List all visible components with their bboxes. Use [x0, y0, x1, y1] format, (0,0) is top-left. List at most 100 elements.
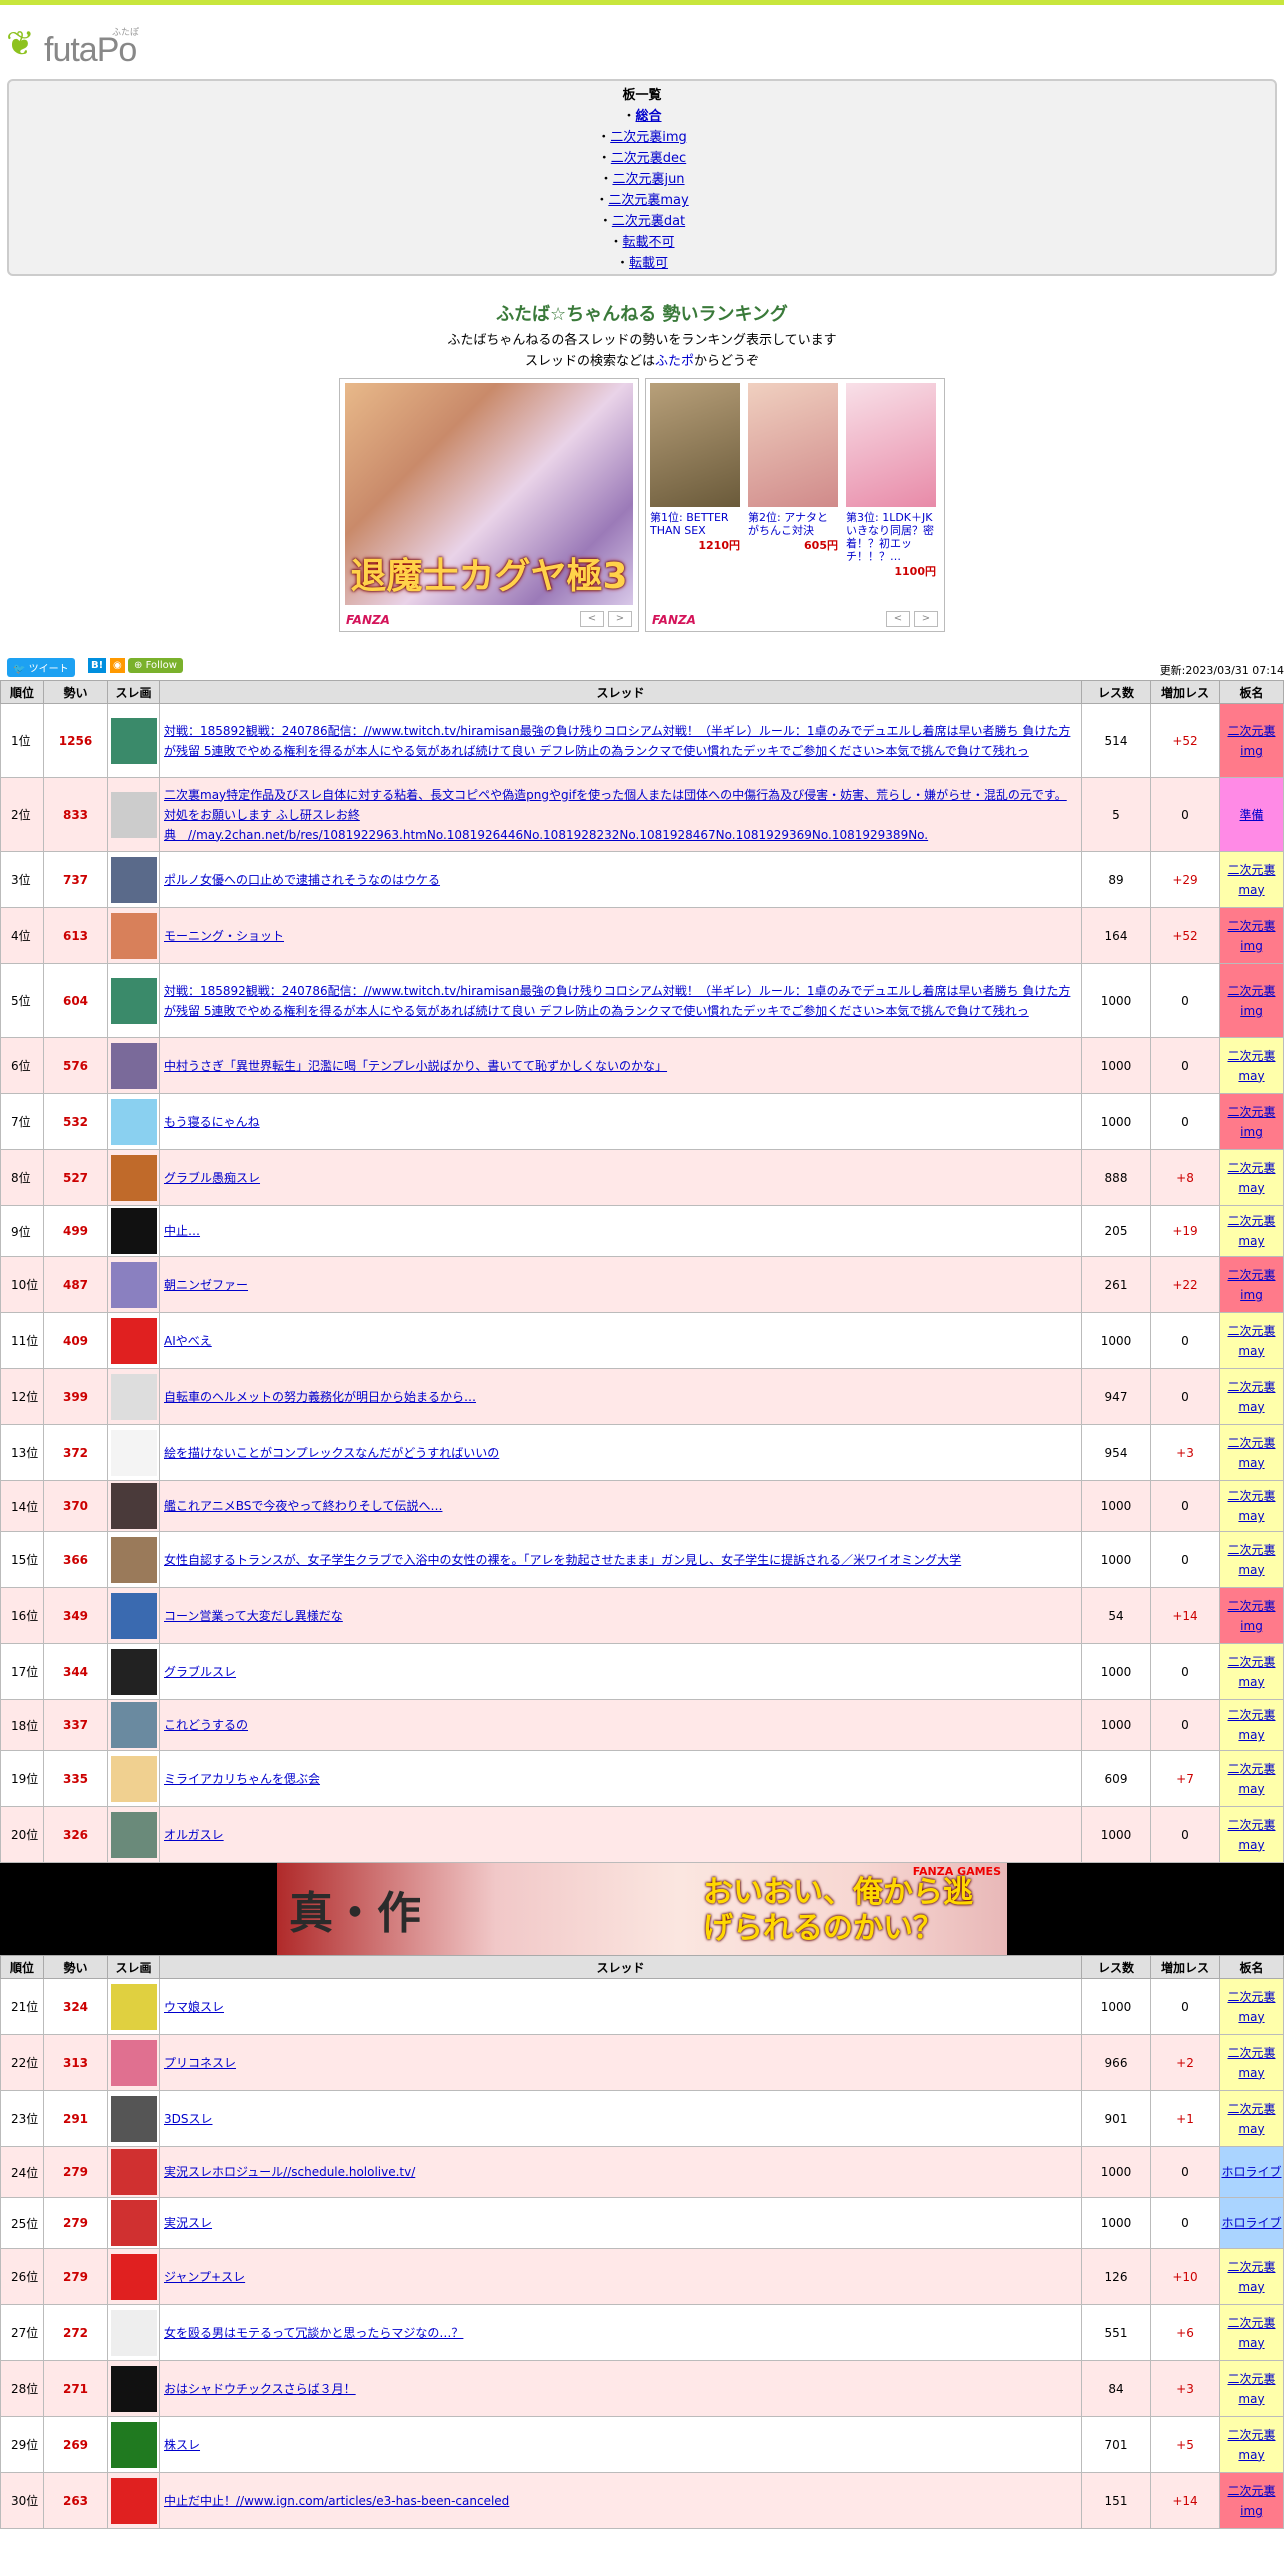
board-link[interactable]: 二次元裏may	[1227, 2316, 1275, 2350]
prev-icon[interactable]: <	[886, 611, 910, 627]
game-banner[interactable]: 真・作 おいおい、俺から逃げられるのかい？ FANZA GAMES	[0, 1863, 1284, 1955]
thread-link[interactable]: 3DSスレ	[164, 2112, 213, 2126]
thread-link[interactable]: これどうするの	[164, 1718, 248, 1732]
thread-thumbnail[interactable]	[110, 1702, 157, 1748]
thumb-cell[interactable]	[107, 907, 160, 964]
thread-thumbnail[interactable]	[110, 1317, 157, 1364]
thread-thumbnail[interactable]	[110, 2149, 157, 2195]
thread-thumbnail[interactable]	[110, 2039, 157, 2086]
board-link[interactable]: ホロライブ	[1221, 2165, 1281, 2179]
thread-link[interactable]: グラブル愚痴スレ	[164, 1171, 260, 1185]
thread-thumbnail[interactable]	[110, 1483, 157, 1529]
thumb-cell[interactable]	[107, 2146, 160, 2198]
thread-link[interactable]: ポルノ女優への口止めで逮捕されそうなのはウケる	[164, 873, 440, 887]
board-link[interactable]: 二次元裏may	[1227, 2046, 1275, 2080]
board-link[interactable]: 二次元裏may	[1227, 1049, 1275, 1083]
thread-thumbnail[interactable]	[110, 912, 157, 959]
thumb-cell[interactable]	[107, 2360, 160, 2417]
thread-thumbnail[interactable]	[110, 1811, 157, 1858]
thread-thumbnail[interactable]	[110, 1208, 157, 1254]
thread-thumbnail[interactable]	[110, 1373, 157, 1420]
thread-thumbnail[interactable]	[110, 1261, 157, 1308]
next-icon[interactable]: >	[914, 611, 938, 627]
thread-thumbnail[interactable]	[110, 2095, 157, 2142]
thread-link[interactable]: 実況スレホロジュール//schedule.hololive.tv/	[164, 2165, 415, 2179]
ad-item-label[interactable]: 第1位: BETTER THAN SEX	[650, 511, 740, 537]
thread-link[interactable]: 二次裏may特定作品及びスレ自体に対する粘着、長文コピペや偽造pngやgifを使…	[164, 788, 1067, 842]
board-link[interactable]: 二次元裏may	[1227, 2102, 1275, 2136]
thread-link[interactable]: ミライアカリちゃんを偲ぶ会	[164, 1772, 320, 1786]
board-link[interactable]: 二次元裏may	[1227, 1655, 1275, 1689]
thumb-cell[interactable]	[107, 1093, 160, 1150]
thread-link[interactable]: AIやべえ	[164, 1334, 212, 1348]
thread-link[interactable]: 朝ニンゼファー	[164, 1278, 248, 1292]
ad-item[interactable]: 第3位: 1LDK＋JKいきなり同居？密着！？初エッチ！！？… 1100円	[846, 383, 936, 578]
board-link[interactable]: 二次元裏img	[1227, 2484, 1275, 2518]
ad-item-image[interactable]	[748, 383, 838, 507]
thread-thumbnail[interactable]	[110, 1592, 157, 1639]
thread-thumbnail[interactable]	[110, 1098, 157, 1145]
thread-link[interactable]: 対戦：185892観戦：240786配信：//www.twitch.tv/hir…	[164, 984, 1070, 1018]
thumb-cell[interactable]	[107, 1806, 160, 1863]
thread-thumbnail[interactable]	[110, 2309, 157, 2356]
thread-thumbnail[interactable]	[110, 1536, 157, 1583]
thumb-cell[interactable]	[107, 1587, 160, 1644]
thumb-cell[interactable]	[107, 963, 160, 1038]
board-link-sougou[interactable]: 総合	[636, 109, 662, 124]
thumb-cell[interactable]	[107, 1037, 160, 1094]
tweet-button[interactable]: 🐦 ツイート	[7, 658, 75, 677]
next-icon[interactable]: >	[608, 611, 632, 627]
board-link[interactable]: 二次元裏may	[1227, 1161, 1275, 1195]
board-link[interactable]: 二次元裏img	[1227, 1599, 1275, 1633]
board-link[interactable]: 二次元裏may	[1227, 2260, 1275, 2294]
thread-link[interactable]: グラブルスレ	[164, 1665, 236, 1679]
board-link[interactable]: 二次元裏img	[1227, 984, 1275, 1018]
ad-cover-image[interactable]: 退魔士カグヤ極3	[345, 383, 633, 605]
board-link[interactable]: 二次元裏img	[1227, 724, 1275, 758]
thread-link[interactable]: 中止だ中止！//www.ign.com/articles/e3-has-been…	[164, 2494, 509, 2508]
site-logo[interactable]: ❦ futaPo ふたぽ	[0, 5, 1284, 75]
thread-link[interactable]: 女性自認するトランスが、女子学生クラブで入浴中の女性の裸を。「アレを勃起させたま…	[164, 1553, 961, 1567]
thread-link[interactable]: プリコネスレ	[164, 2056, 236, 2070]
board-link-tenfuka[interactable]: 転載不可	[623, 235, 675, 250]
board-link[interactable]: 準備	[1239, 808, 1263, 822]
thread-thumbnail[interactable]	[110, 856, 157, 903]
ad-right[interactable]: 第1位: BETTER THAN SEX 1210円 第2位: アナタとがちんこ…	[645, 378, 945, 632]
thumb-cell[interactable]	[107, 1750, 160, 1807]
board-link[interactable]: 二次元裏may	[1227, 1436, 1275, 1470]
thumb-cell[interactable]	[107, 1368, 160, 1425]
thumb-cell[interactable]	[107, 703, 160, 778]
board-link[interactable]: 二次元裏may	[1227, 1543, 1275, 1577]
thumb-cell[interactable]	[107, 1312, 160, 1369]
ad-item[interactable]: 第1位: BETTER THAN SEX 1210円	[650, 383, 740, 578]
board-link[interactable]: 二次元裏img	[1227, 919, 1275, 953]
thumb-cell[interactable]	[107, 777, 160, 852]
thumb-cell[interactable]	[107, 2197, 160, 2249]
thread-link[interactable]: 女を殴る男はモテるって冗談かと思ったらマジなの…？	[164, 2326, 463, 2340]
thread-thumbnail[interactable]	[110, 791, 157, 838]
rss-icon[interactable]: ◉	[110, 658, 125, 673]
thumb-cell[interactable]	[107, 1531, 160, 1588]
thread-thumbnail[interactable]	[110, 1154, 157, 1201]
thumb-cell[interactable]	[107, 2034, 160, 2091]
board-link[interactable]: 二次元裏may	[1227, 1380, 1275, 1414]
thumb-cell[interactable]	[107, 1643, 160, 1700]
thread-thumbnail[interactable]	[110, 1755, 157, 1802]
thread-thumbnail[interactable]	[110, 2421, 157, 2468]
thread-link[interactable]: 対戦：185892観戦：240786配信：//www.twitch.tv/hir…	[164, 724, 1070, 758]
thread-thumbnail[interactable]	[110, 2477, 157, 2524]
board-link[interactable]: 二次元裏may	[1227, 1818, 1275, 1852]
thread-thumbnail[interactable]	[110, 1983, 157, 2030]
thumb-cell[interactable]	[107, 2090, 160, 2147]
board-link[interactable]: 二次元裏img	[1227, 1105, 1275, 1139]
thread-link[interactable]: 絵を描けないことがコンプレックスなんだがどうすればいいの	[164, 1446, 499, 1460]
board-link-dat[interactable]: 二次元裏dat	[612, 214, 685, 229]
thread-link[interactable]: 中止…	[164, 1224, 200, 1238]
thumb-cell[interactable]	[107, 1149, 160, 1206]
thread-thumbnail[interactable]	[110, 2365, 157, 2412]
ad-item[interactable]: 第2位: アナタとがちんこ対決 605円	[748, 383, 838, 578]
board-link[interactable]: 二次元裏may	[1227, 1708, 1275, 1742]
thumb-cell[interactable]	[107, 1424, 160, 1481]
board-link[interactable]: 二次元裏may	[1227, 1489, 1275, 1523]
thread-link[interactable]: 艦これアニメBSで今夜やって終わりそして伝説へ…	[164, 1499, 442, 1513]
